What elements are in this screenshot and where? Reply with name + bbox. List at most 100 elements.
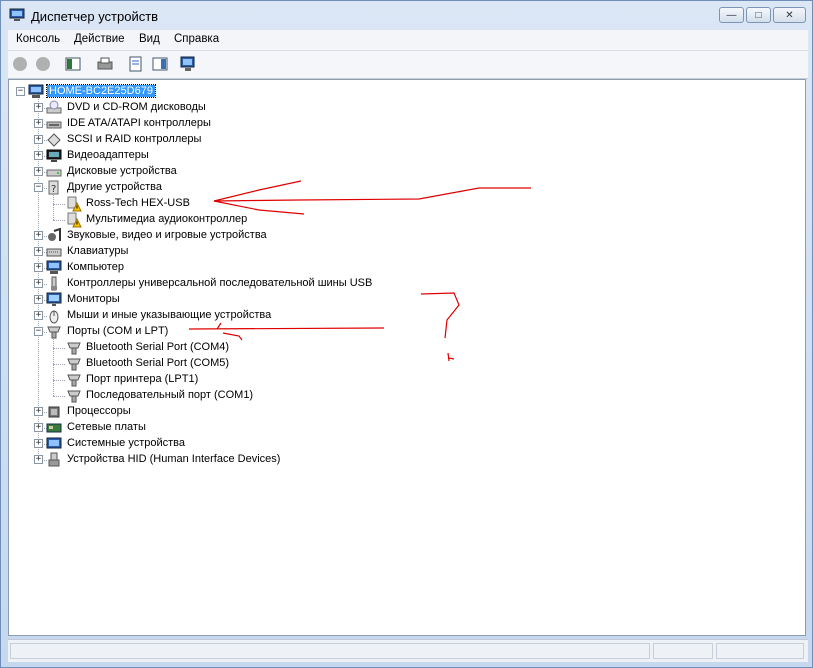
toolbar	[8, 51, 808, 79]
port-icon	[66, 356, 82, 371]
menu-action[interactable]: Действие	[74, 33, 125, 45]
tree-category[interactable]: Звуковые, видео и игровые устройства	[67, 229, 267, 241]
root-collapse-toggle[interactable]: −	[16, 87, 25, 96]
device-tree: − HOME-BC2E25D679 + DVD и CD-ROM дисководы +…	[8, 79, 806, 636]
tree-category[interactable]: Мыши и иные указывающие устройства	[67, 309, 271, 321]
tree-category[interactable]: Контроллеры универсальной последовательн…	[67, 277, 372, 289]
warning-device-icon	[66, 196, 82, 212]
category-expand-toggle[interactable]: +	[34, 231, 43, 240]
category-expand-toggle[interactable]: +	[34, 407, 43, 416]
scsi-controller-icon	[46, 132, 62, 147]
port-icon	[46, 324, 62, 339]
category-expand-toggle[interactable]: +	[34, 295, 43, 304]
category-expand-toggle[interactable]: +	[34, 247, 43, 256]
computer-icon	[46, 260, 62, 275]
tree-category[interactable]: Сетевые платы	[67, 421, 146, 433]
tree-category[interactable]: Компьютер	[67, 261, 124, 273]
keyboard-icon	[46, 244, 62, 259]
tree-connector	[53, 348, 65, 349]
tree-category[interactable]: Дисковые устройства	[67, 165, 177, 177]
tree-category[interactable]: SCSI и RAID контроллеры	[67, 133, 201, 145]
minimize-button[interactable]: —	[719, 7, 744, 23]
port-icon	[66, 388, 82, 403]
annotation-stroke	[222, 332, 243, 341]
tree-category[interactable]: Устройства HID (Human Interface Devices)	[67, 453, 280, 465]
window-title: Диспетчер устройств	[31, 9, 159, 24]
tree-connector	[53, 396, 65, 397]
tree-category[interactable]: Порты (COM и LPT)	[67, 325, 168, 337]
category-expand-toggle[interactable]: +	[34, 439, 43, 448]
category-expand-toggle[interactable]: +	[34, 135, 43, 144]
tree-device[interactable]: Bluetooth Serial Port (COM5)	[86, 357, 229, 369]
category-expand-toggle[interactable]: +	[34, 119, 43, 128]
display-adapter-icon	[46, 148, 62, 163]
usb-controller-icon	[46, 276, 62, 291]
show-hide-tree-icon[interactable]	[65, 56, 81, 72]
tree-device[interactable]: Ross-Tech HEX-USB	[86, 197, 190, 209]
tree-category[interactable]: DVD и CD-ROM дисководы	[67, 101, 206, 113]
forward-icon[interactable]	[35, 56, 51, 72]
warning-device-icon	[66, 212, 82, 228]
port-icon	[66, 340, 82, 355]
menu-help[interactable]: Справка	[174, 33, 219, 45]
update-driver-icon[interactable]	[180, 56, 196, 72]
status-cell-main	[10, 643, 650, 659]
help-icon[interactable]	[152, 56, 168, 72]
device-manager-icon	[9, 8, 25, 21]
category-expand-toggle[interactable]: +	[34, 263, 43, 272]
tree-root-computer[interactable]: HOME-BC2E25D679	[46, 84, 156, 98]
hid-device-icon	[46, 452, 62, 467]
computer-icon	[28, 84, 44, 99]
disk-drive-icon	[46, 164, 62, 179]
tree-category[interactable]: Клавиатуры	[67, 245, 128, 257]
print-icon[interactable]	[97, 56, 113, 72]
annotation-stroke	[213, 187, 531, 202]
port-icon	[66, 372, 82, 387]
tree-connector	[53, 195, 54, 220]
tree-connector	[53, 364, 65, 365]
category-expand-toggle[interactable]: +	[34, 103, 43, 112]
tree-category[interactable]: Видеоадаптеры	[67, 149, 149, 161]
tree-device[interactable]: Bluetooth Serial Port (COM4)	[86, 341, 229, 353]
tree-device[interactable]: Порт принтера (LPT1)	[86, 373, 198, 385]
category-expand-toggle[interactable]: +	[34, 279, 43, 288]
properties-icon[interactable]	[128, 56, 144, 72]
sound-device-icon	[46, 227, 62, 243]
system-device-icon	[46, 436, 62, 451]
back-icon[interactable]	[12, 56, 28, 72]
device-manager-window: Диспетчер устройств — □ ✕ Консоль Действ…	[0, 0, 813, 668]
tree-connector	[53, 380, 65, 381]
unknown-device-icon: ?	[46, 180, 62, 195]
processor-icon	[46, 404, 62, 419]
status-bar	[8, 639, 808, 662]
menu-console[interactable]: Консоль	[16, 33, 60, 45]
ide-controller-icon	[46, 116, 62, 131]
tree-category[interactable]: Процессоры	[67, 405, 131, 417]
tree-connector	[53, 220, 65, 221]
maximize-button[interactable]: □	[746, 7, 771, 23]
category-expand-toggle[interactable]: +	[34, 423, 43, 432]
tree-category[interactable]: Другие устройства	[67, 181, 162, 193]
title-bar[interactable]: Диспетчер устройств — □ ✕	[1, 1, 812, 31]
annotation-stroke	[216, 322, 222, 330]
menu-view[interactable]: Вид	[139, 33, 160, 45]
category-expand-toggle[interactable]: −	[34, 327, 43, 336]
status-cell-2	[653, 643, 713, 659]
tree-device[interactable]: Последовательный порт (COM1)	[86, 389, 253, 401]
category-expand-toggle[interactable]: +	[34, 167, 43, 176]
svg-text:?: ?	[51, 184, 56, 195]
close-button[interactable]: ✕	[773, 7, 806, 23]
tree-category[interactable]: IDE ATA/ATAPI контроллеры	[67, 117, 211, 129]
menu-bar: Консоль Действие Вид Справка	[8, 30, 808, 51]
annotation-stroke	[420, 292, 460, 339]
tree-category[interactable]: Мониторы	[67, 293, 120, 305]
tree-connector	[53, 339, 54, 396]
category-expand-toggle[interactable]: +	[34, 455, 43, 464]
category-expand-toggle[interactable]: +	[34, 151, 43, 160]
tree-category[interactable]: Системные устройства	[67, 437, 185, 449]
tree-connector	[53, 204, 65, 205]
category-expand-toggle[interactable]: +	[34, 311, 43, 320]
monitor-icon	[46, 292, 62, 307]
tree-device[interactable]: Мультимедиа аудиоконтроллер	[86, 213, 247, 225]
category-expand-toggle[interactable]: −	[34, 183, 43, 192]
